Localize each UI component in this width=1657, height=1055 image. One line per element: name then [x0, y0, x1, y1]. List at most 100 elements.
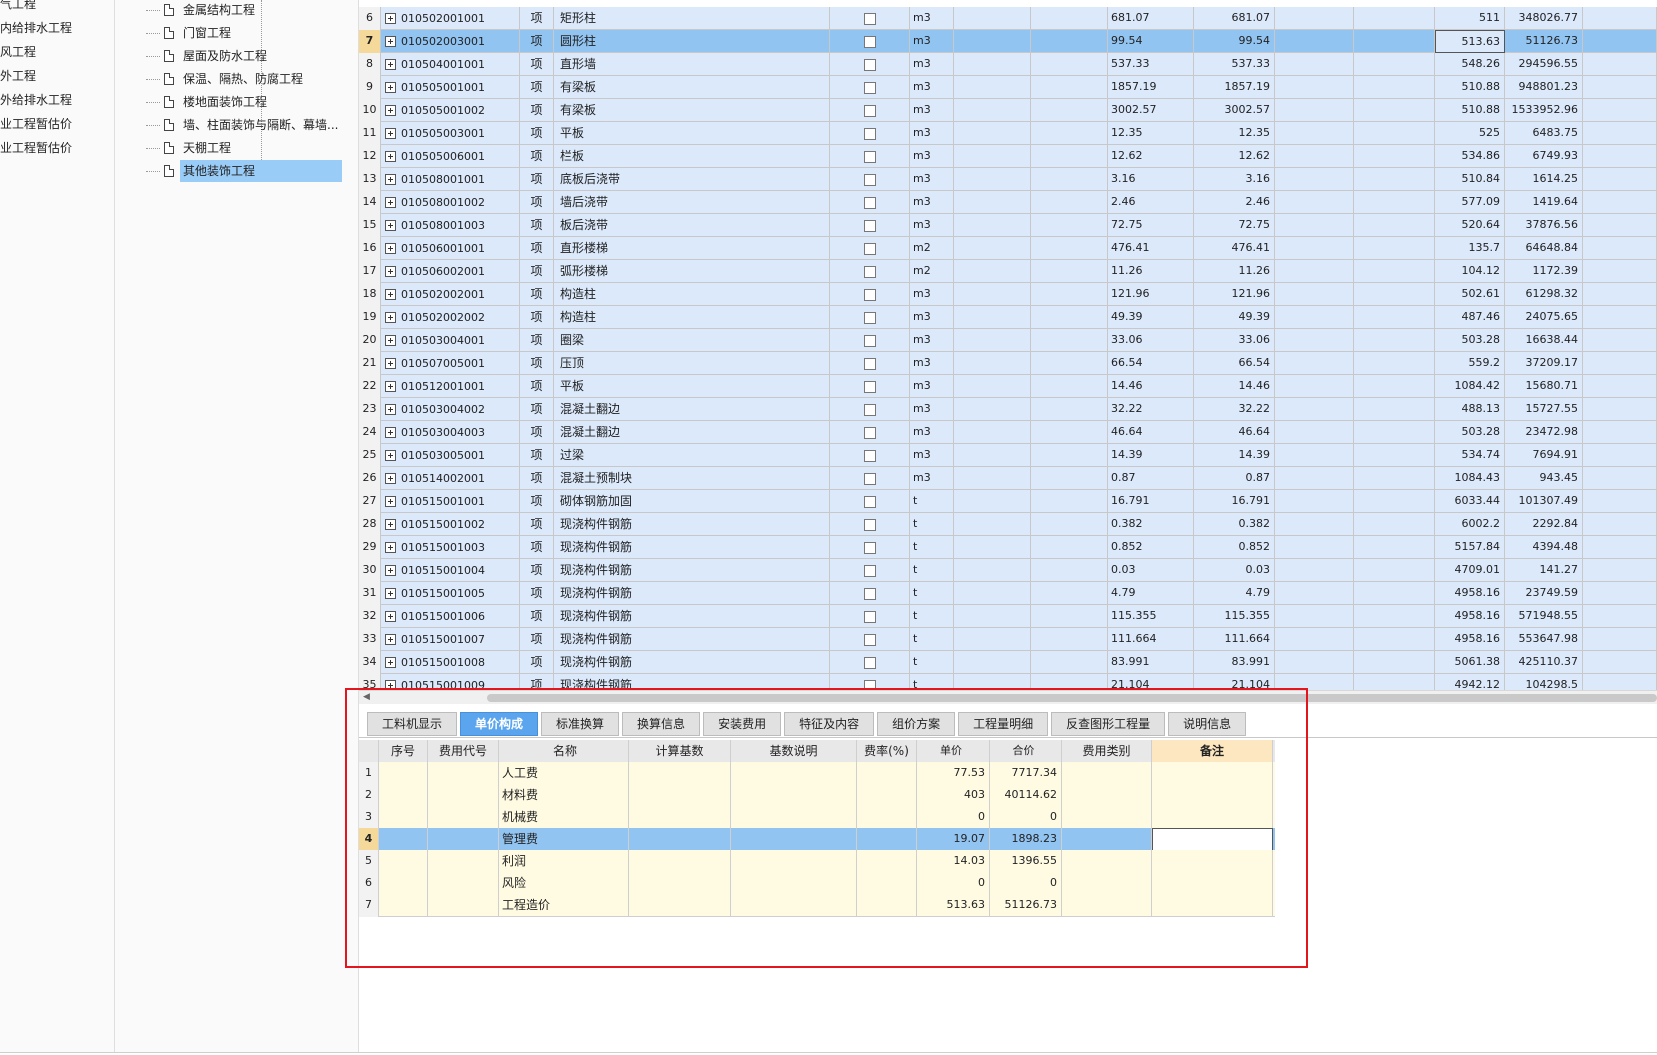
item-code-cell[interactable]: 010505006001 — [381, 145, 520, 168]
item-code-cell[interactable]: 010505003001 — [381, 122, 520, 145]
fee-category-cell[interactable] — [1062, 828, 1152, 851]
tab[interactable]: 换算信息 — [622, 712, 701, 736]
column-header[interactable]: 名称 — [499, 740, 629, 763]
rate-cell[interactable] — [857, 784, 917, 807]
item-code-cell[interactable]: 010515001002 — [381, 513, 520, 536]
row-checkbox[interactable] — [863, 357, 876, 370]
item-name[interactable]: 圈梁 — [554, 329, 830, 352]
remark-cell[interactable] — [1152, 850, 1273, 873]
item-name[interactable]: 有梁板 — [554, 76, 830, 99]
unit-price[interactable]: 0 — [917, 806, 990, 829]
row-checkbox[interactable] — [863, 472, 876, 485]
bill-item-row[interactable]: 26 010514002001 项混凝土预制块 m3 0.87 0.87 1084.43 94… — [359, 467, 1657, 490]
expand-plus-icon[interactable] — [385, 151, 396, 162]
quantity-expression[interactable]: 4.79 — [1108, 582, 1194, 605]
rate-cell[interactable] — [857, 850, 917, 873]
item-code-cell[interactable]: 010502002001 — [381, 283, 520, 306]
expand-plus-icon[interactable] — [385, 657, 396, 668]
item-name[interactable]: 压顶 — [554, 352, 830, 375]
column-header[interactable]: 备注 — [1152, 740, 1273, 763]
seq-cell[interactable] — [379, 828, 428, 851]
expand-plus-icon[interactable] — [385, 634, 396, 645]
expand-plus-icon[interactable] — [385, 496, 396, 507]
quantity-expression[interactable]: 83.991 — [1108, 651, 1194, 674]
expand-plus-icon[interactable] — [385, 82, 396, 93]
quantity-expression[interactable]: 72.75 — [1108, 214, 1194, 237]
quantity-expression[interactable]: 121.96 — [1108, 283, 1194, 306]
fee-name[interactable]: 工程造价 — [499, 894, 629, 917]
item-name[interactable]: 构造柱 — [554, 283, 830, 306]
expand-plus-icon[interactable] — [385, 427, 396, 438]
quantity-expression[interactable]: 99.54 — [1108, 30, 1194, 53]
item-name[interactable]: 现浇构件钢筋 — [554, 582, 830, 605]
column-header[interactable]: 费用代号 — [428, 740, 499, 763]
quantity[interactable]: 49.39 — [1194, 306, 1275, 329]
expand-plus-icon[interactable] — [385, 13, 396, 24]
column-header[interactable]: 基数说明 — [731, 740, 857, 763]
item-code-cell[interactable]: 010503005001 — [381, 444, 520, 467]
quantity[interactable]: 46.64 — [1194, 421, 1275, 444]
seq-cell[interactable] — [379, 894, 428, 917]
item-code-cell[interactable]: 010515001007 — [381, 628, 520, 651]
item-name[interactable]: 现浇构件钢筋 — [554, 651, 830, 674]
fee-name[interactable]: 材料费 — [499, 784, 629, 807]
tree-item[interactable]: 门窗工程 — [146, 21, 234, 45]
quantity[interactable]: 66.54 — [1194, 352, 1275, 375]
quantity-expression[interactable]: 537.33 — [1108, 53, 1194, 76]
item-code-cell[interactable]: 010503004001 — [381, 329, 520, 352]
calc-base-cell[interactable] — [629, 872, 731, 895]
fee-category-cell[interactable] — [1062, 850, 1152, 873]
row-checkbox[interactable] — [863, 633, 876, 646]
fee-category-cell[interactable] — [1062, 894, 1152, 917]
category-item[interactable]: 室外给排水工程 — [0, 88, 103, 112]
calc-base-cell[interactable] — [629, 894, 731, 917]
item-name[interactable]: 混凝土预制块 — [554, 467, 830, 490]
quantity[interactable]: 14.39 — [1194, 444, 1275, 467]
bill-item-row[interactable]: 20 010503004001 项圈梁 m3 33.06 33.06 503.28 16638… — [359, 329, 1657, 352]
item-code-cell[interactable]: 010508001001 — [381, 168, 520, 191]
quantity[interactable]: 111.664 — [1194, 628, 1275, 651]
scroll-left-icon[interactable]: ◀ — [363, 692, 370, 702]
unit-price[interactable]: 1084.43 — [1435, 467, 1505, 490]
fee-code-cell[interactable] — [428, 872, 499, 895]
quantity[interactable]: 537.33 — [1194, 53, 1275, 76]
tab[interactable]: 单价构成 — [460, 712, 539, 736]
category-item[interactable]: 燃气工程 — [0, 0, 103, 16]
seq-cell[interactable] — [379, 784, 428, 807]
tab[interactable]: 说明信息 — [1168, 712, 1247, 736]
base-desc-cell[interactable] — [731, 806, 857, 829]
item-name[interactable]: 弧形楼梯 — [554, 260, 830, 283]
item-name[interactable]: 过梁 — [554, 444, 830, 467]
quantity-expression[interactable]: 14.39 — [1108, 444, 1194, 467]
item-code-cell[interactable]: 010502001001 — [381, 7, 520, 30]
seq-cell[interactable] — [379, 872, 428, 895]
unit-price[interactable]: 503.28 — [1435, 329, 1505, 352]
item-code-cell[interactable]: 010515001001 — [381, 490, 520, 513]
rate-cell[interactable] — [857, 894, 917, 917]
row-checkbox[interactable] — [863, 679, 876, 690]
remark-cell[interactable] — [1152, 806, 1273, 829]
cost-row[interactable]: 5 利润 14.03 1396.55 — [359, 850, 1275, 873]
bill-item-row[interactable]: 11 010505003001 项平板 m3 12.35 12.35 525 6483.75 — [359, 122, 1657, 145]
expand-plus-icon[interactable] — [385, 588, 396, 599]
unit-price[interactable]: 6033.44 — [1435, 490, 1505, 513]
row-checkbox[interactable] — [863, 242, 876, 255]
bill-item-row[interactable]: 25 010503005001 项过梁 m3 14.39 14.39 534.74 7694.… — [359, 444, 1657, 467]
remark-cell[interactable] — [1152, 872, 1273, 895]
tab[interactable]: 工料机显示 — [367, 712, 458, 736]
quantity[interactable]: 11.26 — [1194, 260, 1275, 283]
remark-cell[interactable] — [1152, 894, 1273, 917]
expand-plus-icon[interactable] — [385, 335, 396, 346]
quantity-expression[interactable]: 14.46 — [1108, 375, 1194, 398]
item-name[interactable]: 现浇构件钢筋 — [554, 536, 830, 559]
quantity-expression[interactable]: 3002.57 — [1108, 99, 1194, 122]
unit-price[interactable]: 6002.2 — [1435, 513, 1505, 536]
remark-cell[interactable] — [1152, 784, 1273, 807]
unit-price[interactable]: 4942.12 — [1435, 674, 1505, 690]
quantity[interactable]: 99.54 — [1194, 30, 1275, 53]
item-code-cell[interactable]: 010505001001 — [381, 76, 520, 99]
expand-plus-icon[interactable] — [385, 519, 396, 530]
unit-price[interactable]: 5061.38 — [1435, 651, 1505, 674]
unit-price[interactable]: 19.07 — [917, 828, 990, 851]
row-checkbox[interactable] — [863, 311, 876, 324]
